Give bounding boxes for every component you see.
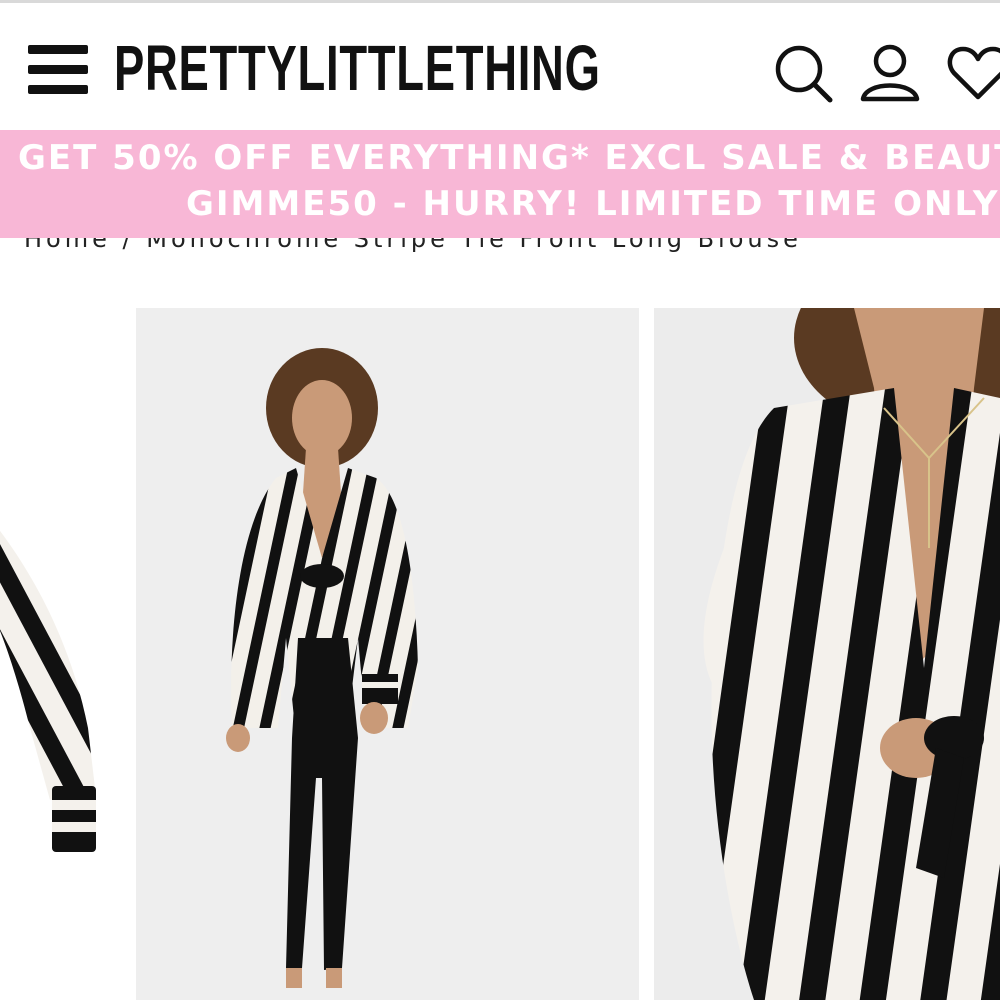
user-account-icon[interactable] [858, 41, 922, 105]
hamburger-menu-icon[interactable] [28, 45, 88, 95]
promo-line-2: GIMME50 - HURRY! LIMITED TIME ONLY [186, 184, 1000, 224]
promo-banner[interactable]: GET 50% OFF EVERYTHING* EXCL SALE & BEAU… [0, 130, 1000, 238]
product-image-1[interactable] [0, 308, 125, 1000]
heart-icon[interactable] [946, 41, 1000, 105]
promo-line-1: GET 50% OFF EVERYTHING* EXCL SALE & BEAU… [18, 138, 1000, 178]
product-image-gallery [0, 308, 1000, 1000]
site-header: PRETTYLITTLETHING [0, 3, 1000, 130]
product-image-2[interactable] [136, 308, 639, 1000]
search-icon[interactable] [772, 41, 836, 105]
brand-logo[interactable]: PRETTYLITTLETHING [114, 31, 601, 105]
product-image-3[interactable] [654, 308, 1000, 1000]
